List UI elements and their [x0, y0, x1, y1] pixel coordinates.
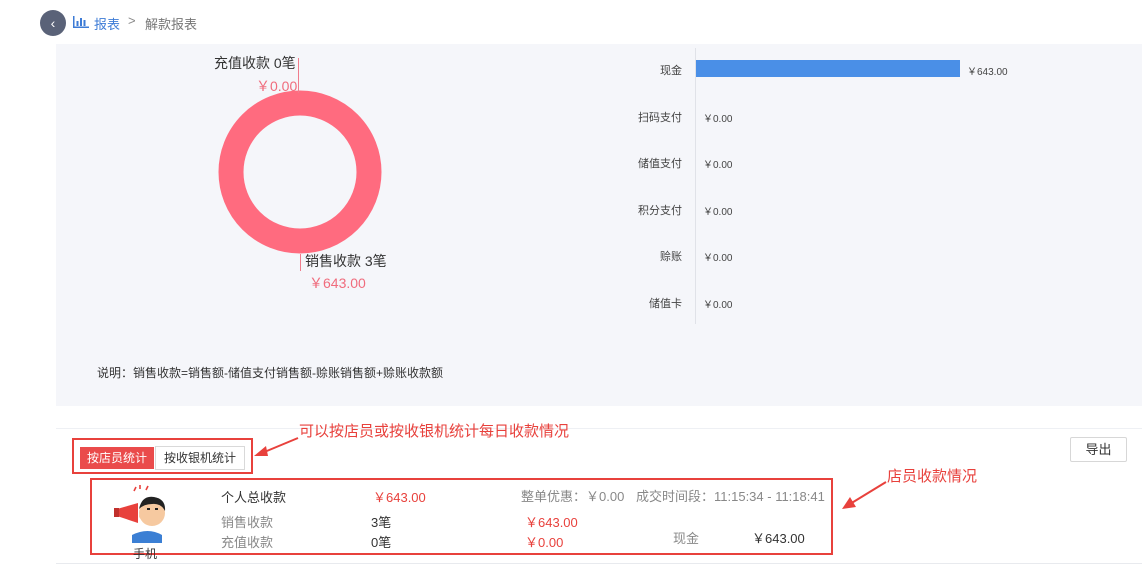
- bar-category-label: 现金: [660, 65, 682, 77]
- bar-category-label: 积分支付: [638, 204, 682, 217]
- formula-note: 说明：销售收款=销售额-储值支付销售额-赊账销售额+赊账收款额: [97, 366, 444, 380]
- breadcrumb-separator: >: [128, 13, 136, 28]
- bar-category-label: 赊账: [660, 251, 682, 264]
- donut-recharge-amount: ￥0.00: [256, 78, 298, 94]
- discount-text: 整单优惠：￥0.00: [521, 489, 625, 504]
- sales-count: 3笔: [371, 515, 392, 530]
- donut-recharge-label: 充值收款 0笔: [214, 55, 296, 71]
- total-label: 个人总收款: [221, 490, 287, 505]
- cash-label: 现金: [673, 531, 700, 546]
- donut-sales-label: 销售收款 3笔: [305, 253, 387, 269]
- tab-by-staff[interactable]: 按店员统计: [80, 447, 154, 469]
- recharge-count: 0笔: [371, 535, 392, 550]
- bar-category-label: 扫码支付: [638, 111, 682, 124]
- time-range-text: 成交时间段：11:15:34 - 11:18:41: [636, 489, 825, 504]
- bar-category-label: 储值卡: [649, 298, 682, 310]
- sales-label: 销售收款: [221, 515, 274, 530]
- avatar: [114, 484, 174, 543]
- recharge-amount: ￥0.00: [525, 535, 564, 550]
- recharge-label: 充值收款: [221, 535, 274, 550]
- breadcrumb-current: 解款报表: [145, 17, 198, 32]
- bar-value-label: ￥0.00: [703, 300, 733, 311]
- bar-category-label: 储值支付: [638, 158, 682, 171]
- export-button[interactable]: 导出: [1070, 437, 1127, 462]
- annotation-staff: 店员收款情况: [887, 468, 978, 485]
- tab-by-register[interactable]: 按收银机统计: [155, 446, 245, 470]
- bar: [696, 60, 960, 77]
- donut-sales-amount: ￥643.00: [309, 275, 366, 291]
- annotation-arrow-staff: [842, 481, 887, 509]
- donut-ring-sales: [218, 90, 382, 254]
- annotation-arrow-tabs: [254, 437, 299, 456]
- bar-value-label: ￥0.00: [703, 253, 733, 265]
- breadcrumb-report-link[interactable]: 报表: [94, 14, 120, 33]
- back-button[interactable]: ‹: [40, 10, 66, 36]
- bar-value-label: ￥0.00: [703, 113, 733, 125]
- bar-value-label: ￥643.00: [967, 67, 1008, 78]
- cash-amount: ￥643.00: [752, 531, 805, 546]
- total-amount: ￥643.00: [373, 490, 426, 505]
- bar-chart-icon: [73, 16, 89, 28]
- divider: [56, 563, 1142, 564]
- sales-amount: ￥643.00: [525, 515, 578, 530]
- donut-leader-bottom: [300, 254, 301, 271]
- bar-value-label: ￥0.00: [703, 206, 733, 218]
- staff-name: 手机: [133, 547, 158, 561]
- bar-value-label: ￥0.00: [703, 160, 733, 172]
- donut-chart: [218, 90, 382, 254]
- donut-leader-top: [298, 58, 299, 93]
- bar-chart-axis: [695, 48, 696, 324]
- top-bar: ‹ 报表 > 解款报表: [0, 0, 1142, 44]
- annotation-tabs: 可以按店员或按收银机统计每日收款情况: [299, 423, 570, 440]
